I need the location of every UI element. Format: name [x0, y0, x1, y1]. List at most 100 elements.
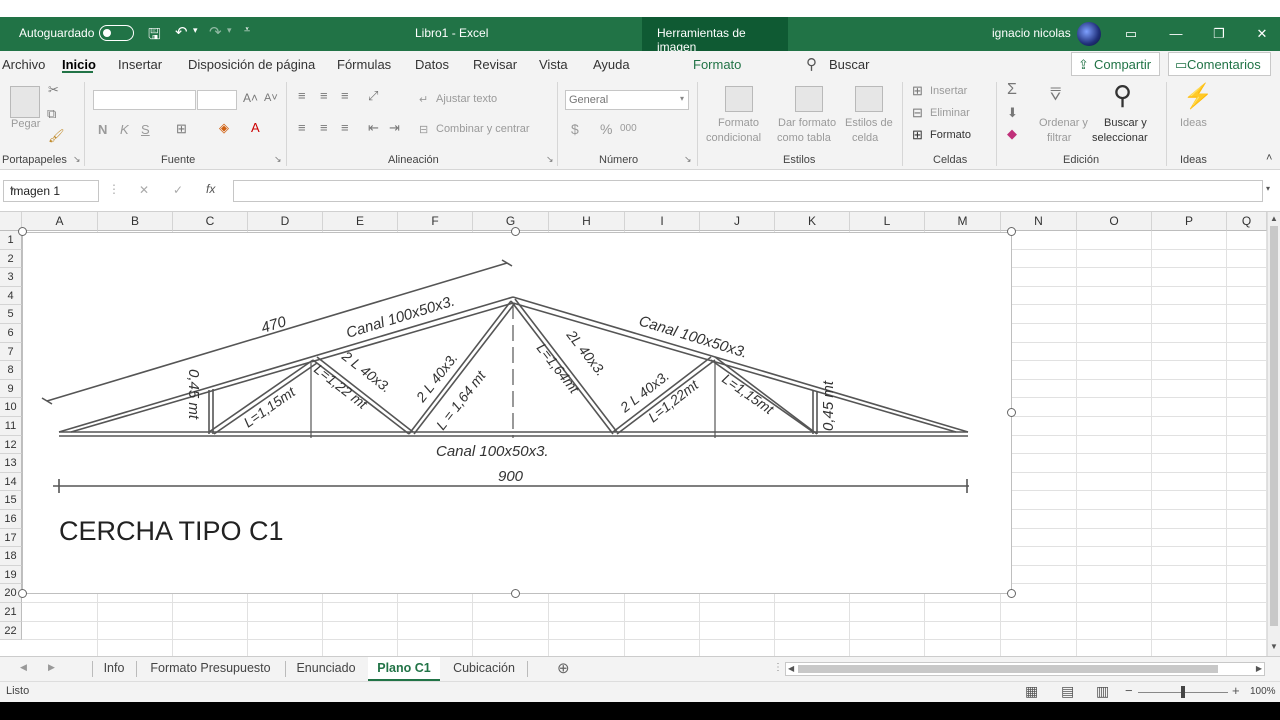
- name-box[interactable]: Imagen 1 ▾: [3, 180, 99, 202]
- column-header[interactable]: C: [173, 212, 248, 231]
- zoom-in-icon[interactable]: +: [1232, 683, 1240, 698]
- column-header[interactable]: A: [22, 212, 98, 231]
- format-cells-button[interactable]: Formato: [930, 129, 971, 141]
- decrease-font-icon[interactable]: A˅: [264, 92, 278, 104]
- row-header[interactable]: 9: [0, 379, 22, 399]
- page-break-view-icon[interactable]: ▥: [1096, 683, 1109, 700]
- align-center-icon[interactable]: ≡: [320, 120, 328, 135]
- next-sheet-icon[interactable]: ▶: [48, 662, 55, 673]
- format-table-icon[interactable]: [795, 86, 823, 112]
- column-header[interactable]: I: [625, 212, 700, 231]
- scroll-left-icon[interactable]: ◀: [788, 664, 794, 673]
- decrease-indent-icon[interactable]: ⇤: [368, 120, 379, 136]
- comments-button[interactable]: ▭ Comentarios: [1168, 52, 1271, 76]
- fill-icon[interactable]: ⬇: [1007, 105, 1018, 121]
- row-header[interactable]: 22: [0, 621, 22, 641]
- prev-sheet-icon[interactable]: ◀: [20, 662, 27, 673]
- orientation-icon[interactable]: ⤢: [368, 88, 378, 104]
- column-header[interactable]: M: [925, 212, 1001, 231]
- autosum-icon[interactable]: Σ: [1007, 81, 1017, 99]
- scroll-up-icon[interactable]: ▲: [1270, 214, 1278, 223]
- add-sheet-icon[interactable]: ⊕: [557, 659, 570, 677]
- cell-styles-label-2[interactable]: celda: [852, 132, 878, 144]
- fill-color-icon[interactable]: ◈: [219, 120, 229, 136]
- tab-ayuda[interactable]: Ayuda: [593, 57, 630, 72]
- resize-handle[interactable]: [1007, 589, 1016, 598]
- search-label[interactable]: Buscar: [829, 57, 869, 72]
- customize-toolbar-icon[interactable]: ⩡: [244, 24, 250, 37]
- row-header[interactable]: 21: [0, 603, 22, 622]
- row-header[interactable]: 16: [0, 510, 22, 529]
- insert-cells-button[interactable]: Insertar: [930, 85, 967, 97]
- sort-filter-label-1[interactable]: Ordenar y: [1039, 117, 1088, 129]
- row-header[interactable]: 5: [0, 305, 22, 324]
- column-header[interactable]: Q: [1227, 212, 1267, 231]
- column-header[interactable]: B: [98, 212, 173, 231]
- column-header[interactable]: J: [700, 212, 775, 231]
- resize-handle[interactable]: [1007, 227, 1016, 236]
- clipboard-launcher-icon[interactable]: ↘: [73, 154, 81, 165]
- row-header[interactable]: 19: [0, 565, 22, 585]
- avatar[interactable]: [1077, 22, 1101, 46]
- row-header[interactable]: 11: [0, 417, 22, 436]
- conditional-format-label-1[interactable]: Formato: [718, 117, 759, 129]
- font-color-icon[interactable]: A: [251, 120, 260, 135]
- borders-icon[interactable]: ⊞: [176, 121, 187, 137]
- autosave-toggle[interactable]: [99, 25, 134, 41]
- wrap-text-icon[interactable]: ↵: [419, 93, 428, 106]
- format-cells-icon[interactable]: ⊞: [912, 127, 923, 143]
- sort-filter-icon[interactable]: ⩢: [1050, 84, 1061, 105]
- sheet-tab-cubicacion[interactable]: Cubicación: [444, 657, 524, 681]
- resize-handle[interactable]: [18, 227, 27, 236]
- tab-datos[interactable]: Datos: [415, 57, 449, 72]
- font-size-select[interactable]: [197, 90, 237, 110]
- find-select-label-1[interactable]: Buscar y: [1104, 117, 1147, 129]
- vertical-scrollbar[interactable]: ▲ ▼: [1267, 212, 1280, 656]
- close-icon[interactable]: ✕: [1245, 21, 1279, 47]
- row-header[interactable]: 17: [0, 528, 22, 548]
- align-right-icon[interactable]: ≡: [341, 120, 349, 135]
- tab-inicio[interactable]: Inicio: [62, 57, 96, 72]
- align-bottom-icon[interactable]: ≡: [341, 88, 349, 103]
- clear-icon[interactable]: ◆: [1007, 126, 1017, 142]
- wrap-text-button[interactable]: Ajustar texto: [436, 93, 497, 105]
- column-header[interactable]: H: [549, 212, 625, 231]
- user-name[interactable]: ignacio nicolas: [992, 26, 1071, 40]
- column-header[interactable]: O: [1077, 212, 1152, 231]
- find-select-label-2[interactable]: seleccionar: [1092, 132, 1148, 144]
- row-header[interactable]: 14: [0, 472, 22, 492]
- row-header[interactable]: 13: [0, 454, 22, 473]
- resize-handle[interactable]: [511, 589, 520, 598]
- row-header[interactable]: 3: [0, 268, 22, 287]
- expand-formula-icon[interactable]: ▾: [1266, 184, 1270, 193]
- conditional-format-icon[interactable]: [725, 86, 753, 112]
- find-icon[interactable]: ⚲: [1113, 80, 1132, 111]
- formula-input[interactable]: [233, 180, 1263, 202]
- format-table-label-2[interactable]: como tabla: [777, 132, 831, 144]
- number-format-select[interactable]: General ▾: [565, 90, 689, 110]
- row-header[interactable]: 2: [0, 249, 22, 269]
- insert-function-icon[interactable]: fx: [206, 182, 215, 196]
- restore-icon[interactable]: ❐: [1202, 21, 1236, 47]
- vertical-scroll-thumb[interactable]: [1270, 226, 1278, 626]
- increase-indent-icon[interactable]: ⇥: [389, 120, 400, 136]
- bold-button[interactable]: N: [98, 122, 107, 137]
- merge-center-button[interactable]: Combinar y centrar: [436, 123, 530, 135]
- paste-icon[interactable]: [10, 86, 40, 118]
- tab-disposicion[interactable]: Disposición de página: [188, 57, 315, 72]
- search-icon[interactable]: ⚲: [806, 55, 817, 73]
- undo-icon[interactable]: ↶: [175, 23, 188, 41]
- worksheet-grid[interactable]: ABCDEFGHIJKLMNOPQ 1 2 3 4 5 6 7 8 9 10 11 12 13 14 15 1…: [0, 212, 1280, 656]
- column-header[interactable]: K: [775, 212, 850, 231]
- row-header[interactable]: 8: [0, 361, 22, 380]
- tab-revisar[interactable]: Revisar: [473, 57, 517, 72]
- resize-handle[interactable]: [18, 589, 27, 598]
- currency-button[interactable]: $: [571, 121, 579, 137]
- number-launcher-icon[interactable]: ↘: [684, 154, 692, 165]
- format-painter-icon[interactable]: 🖌: [48, 128, 65, 144]
- share-button[interactable]: ⇪ Compartir: [1071, 52, 1160, 76]
- thousands-button[interactable]: 000: [620, 123, 637, 134]
- normal-view-icon[interactable]: ▦: [1025, 683, 1038, 700]
- zoom-slider-thumb[interactable]: [1181, 686, 1185, 698]
- horizontal-scroll-thumb[interactable]: [798, 665, 1218, 673]
